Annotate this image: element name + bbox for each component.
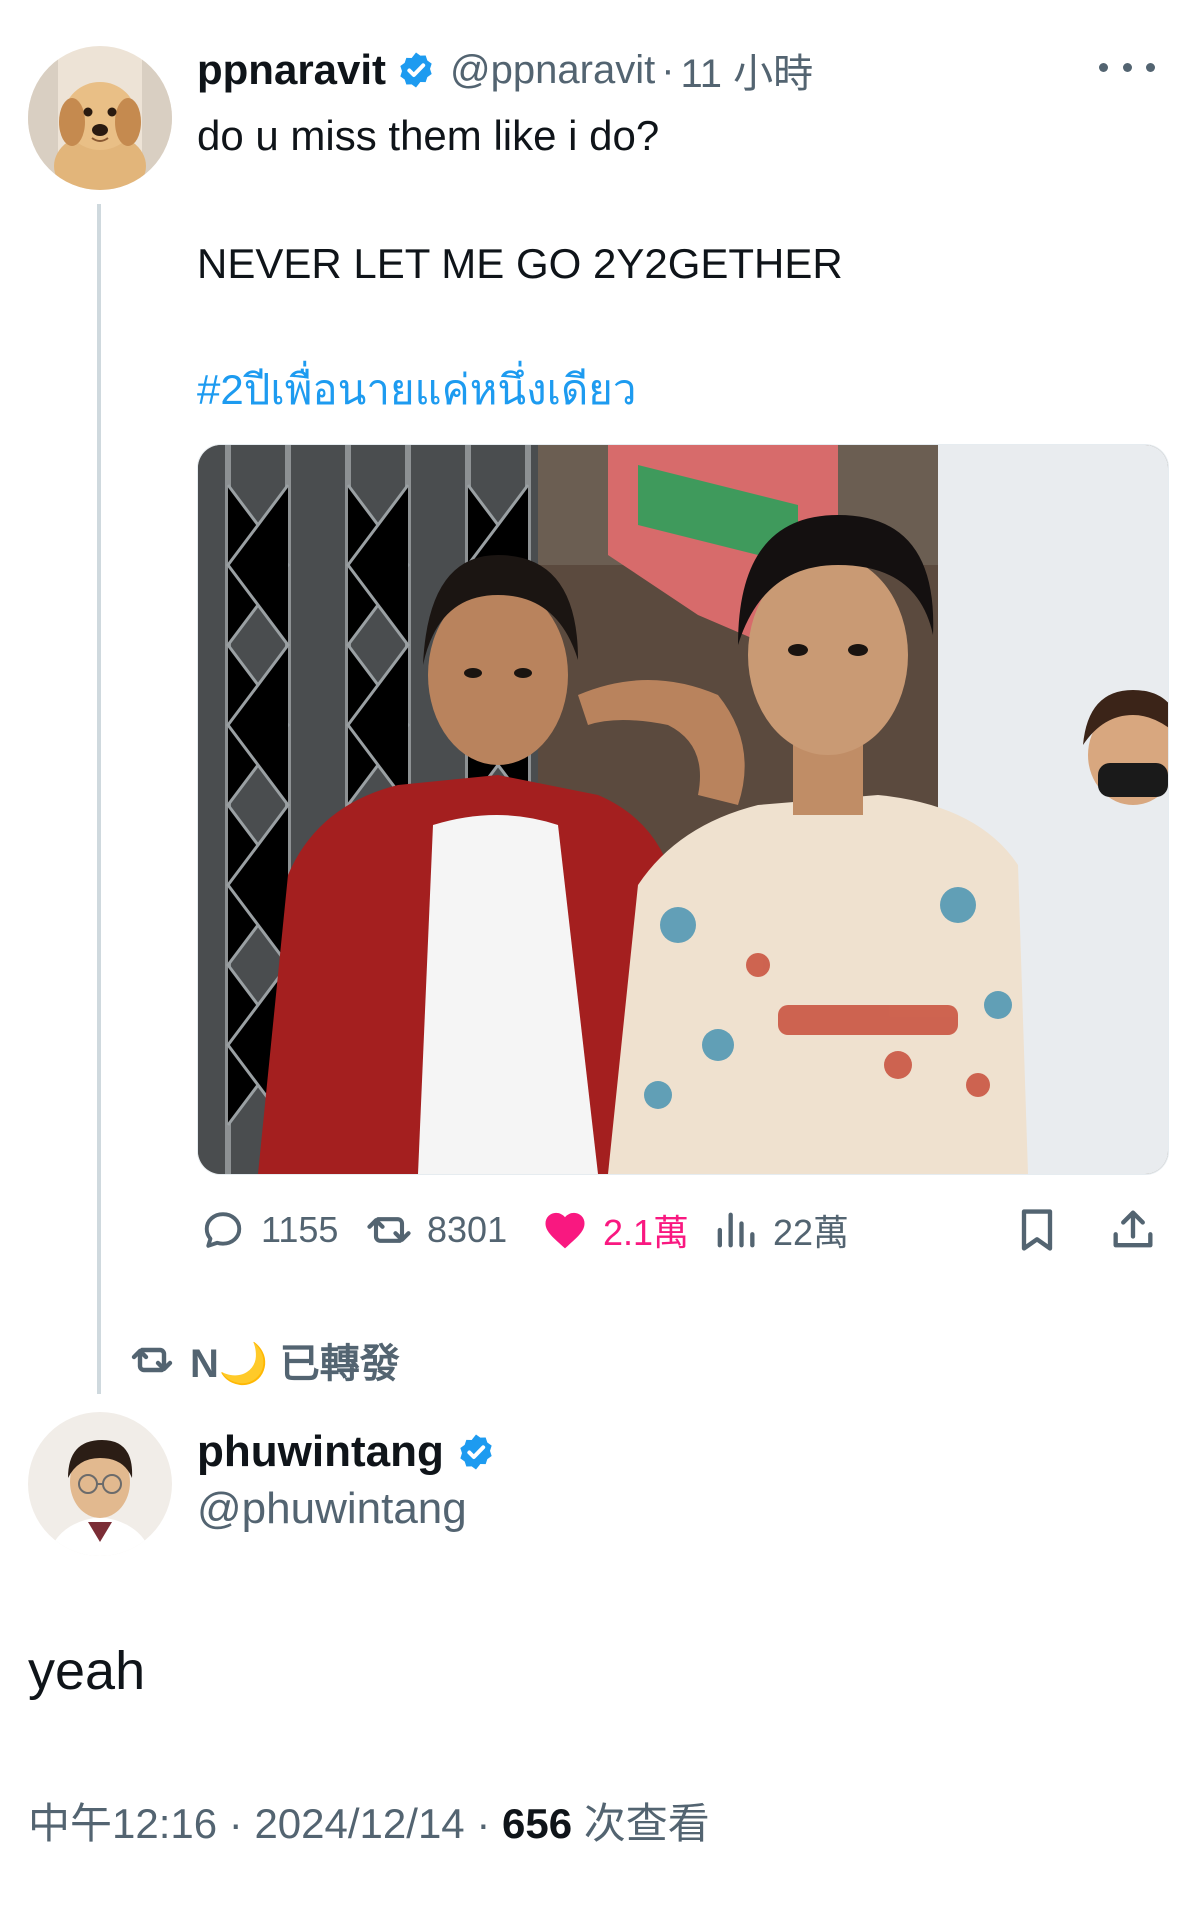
meta-separator: · bbox=[476, 1800, 491, 1847]
views-bar-chart-icon bbox=[717, 1212, 755, 1248]
author-display-name[interactable]: ppnaravit bbox=[197, 46, 386, 94]
reply-count: 1155 bbox=[261, 1209, 339, 1250]
avatar-ppnaravit[interactable] bbox=[28, 46, 172, 190]
verified-badge-icon bbox=[460, 1434, 492, 1470]
reply-view-label: 次查看 bbox=[583, 1800, 710, 1847]
meta-separator: · bbox=[228, 1800, 243, 1847]
share-icon bbox=[1113, 1210, 1153, 1248]
person-avatar-image bbox=[28, 1412, 172, 1556]
reply-metadata: 中午12:16 · 2024/12/14 · 656 次查看 bbox=[28, 1790, 710, 1851]
more-options-icon[interactable] bbox=[1099, 52, 1155, 82]
retweeted-by-banner[interactable]: N🌙 已轉發 bbox=[128, 1330, 400, 1390]
tweet-timestamp[interactable]: 11 小時 bbox=[681, 41, 814, 99]
photo-two-men-street bbox=[198, 445, 1168, 1174]
tweet-text-line2: NEVER LET ME GO 2Y2GETHER bbox=[197, 240, 843, 287]
tweet-action-bar: 1155 8301 2.1萬 22萬 bbox=[197, 1200, 1167, 1260]
tweet-media-photo[interactable] bbox=[197, 444, 1169, 1175]
bookmark-button[interactable] bbox=[1011, 1200, 1063, 1260]
retweet-count: 8301 bbox=[427, 1209, 508, 1250]
retweet-button[interactable]: 8301 bbox=[363, 1200, 507, 1260]
like-button[interactable]: 2.1萬 bbox=[539, 1200, 689, 1260]
reply-author-display-name[interactable]: phuwintang bbox=[197, 1427, 444, 1477]
dog-avatar-image bbox=[28, 46, 172, 190]
bookmark-icon bbox=[1021, 1209, 1053, 1251]
view-count: 22萬 bbox=[773, 1212, 850, 1253]
views-button[interactable]: 22萬 bbox=[709, 1200, 849, 1260]
verified-badge-icon bbox=[400, 52, 432, 88]
reply-header: phuwintang bbox=[197, 1424, 496, 1480]
header-separator: · bbox=[661, 47, 675, 92]
avatar-phuwintang[interactable] bbox=[28, 1412, 172, 1556]
tweet-hashtag-link[interactable]: #2ปีเพื่อนายแค่หนึ่งเดียว bbox=[197, 364, 636, 416]
tweet-header: ppnaravit @ppnaravit · 11 小時 bbox=[197, 42, 813, 98]
tweet-text-line1: do u miss them like i do? bbox=[197, 112, 660, 159]
reply-view-count: 656 bbox=[502, 1800, 573, 1847]
retweeted-by-label: N🌙 已轉發 bbox=[190, 1342, 400, 1386]
retweet-icon bbox=[367, 1217, 411, 1243]
reply-time[interactable]: 中午12:16 bbox=[28, 1800, 217, 1847]
reply-icon bbox=[204, 1212, 242, 1248]
author-handle[interactable]: @ppnaravit bbox=[450, 48, 655, 93]
reply-text: yeah bbox=[28, 1641, 146, 1701]
like-count: 2.1萬 bbox=[603, 1212, 690, 1253]
reply-button[interactable]: 1155 bbox=[197, 1200, 338, 1260]
reply-author-handle[interactable]: @phuwintang bbox=[197, 1484, 467, 1534]
heart-icon bbox=[545, 1212, 585, 1249]
retweet-icon bbox=[131, 1347, 173, 1373]
thread-connector-line bbox=[97, 204, 101, 1394]
share-button[interactable] bbox=[1107, 1200, 1159, 1260]
reply-date[interactable]: 2024/12/14 bbox=[254, 1800, 464, 1847]
